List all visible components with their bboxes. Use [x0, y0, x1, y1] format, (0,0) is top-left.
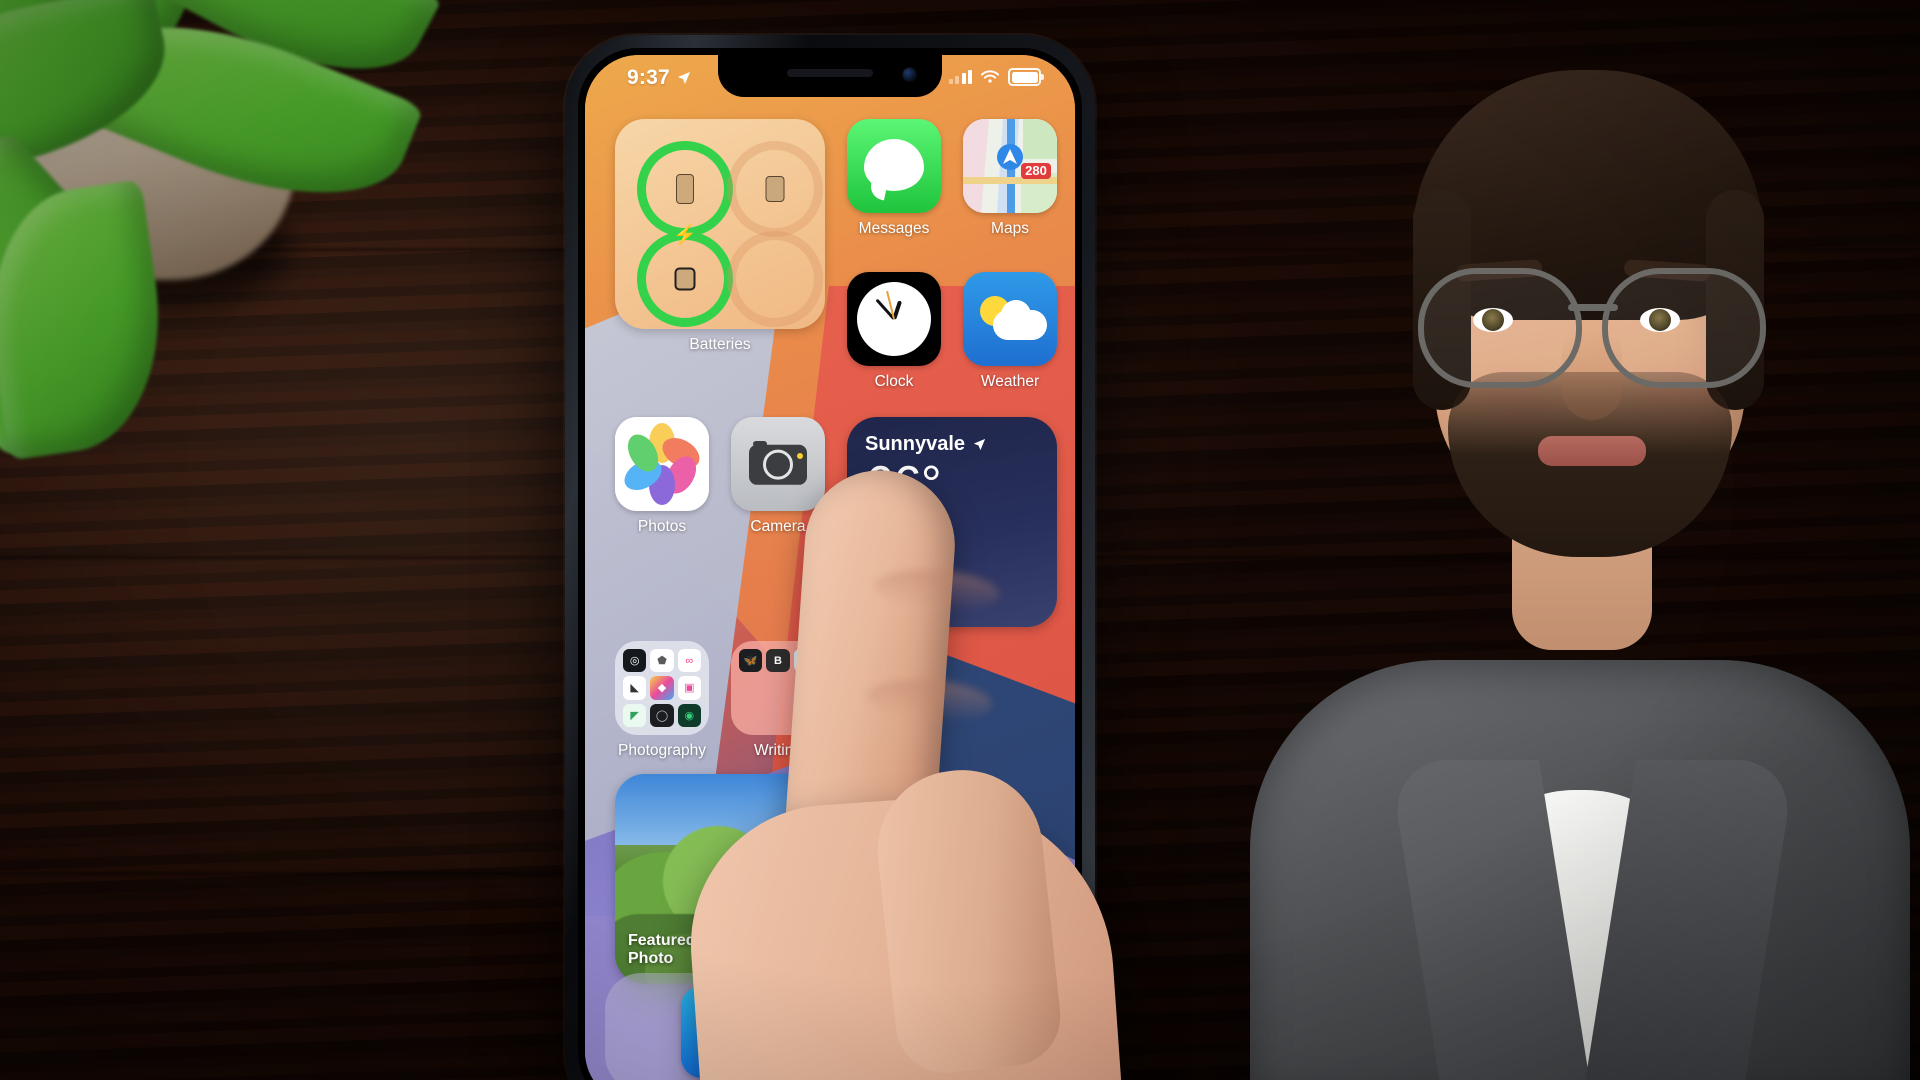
- wifi-icon: [980, 69, 1000, 83]
- weather-icon: [963, 272, 1057, 366]
- presenter-iris: [1482, 309, 1504, 331]
- cloud-glyph: [1001, 300, 1031, 330]
- mini-app-icon: ◉: [677, 703, 701, 727]
- app-label-weather: Weather: [980, 373, 1040, 390]
- clock-icon: [847, 272, 941, 366]
- eyeglasses: [1418, 268, 1766, 388]
- battery-ring-watch: ⚡: [637, 226, 733, 327]
- weather-widget-city: Sunnyvale: [865, 433, 966, 455]
- mini-app-icon: ◤: [623, 703, 647, 727]
- mini-app-icon: ◣: [623, 676, 647, 700]
- mini-app-icon: ⬟: [650, 649, 674, 673]
- mini-app-icon: ∞: [677, 649, 701, 673]
- battery-ring-empty: [727, 231, 823, 327]
- photos-widget-caption-line1: Featured: [628, 932, 696, 950]
- potted-plant: [0, 0, 450, 462]
- mini-app-icon: ◆: [650, 676, 674, 700]
- messages-icon: [847, 119, 941, 213]
- front-camera: [903, 68, 916, 81]
- folder-label-photography: Photography: [618, 742, 706, 759]
- widget-label-batteries: Batteries: [689, 336, 751, 353]
- presenter-eye-right: [1640, 308, 1680, 332]
- iphone-glyph: [676, 174, 694, 204]
- photos-widget-caption: Featured Photo: [628, 932, 696, 968]
- status-bar-indicators: [948, 68, 1044, 86]
- speech-bubble-glyph: [864, 138, 924, 191]
- app-label-photos: Photos: [637, 518, 687, 535]
- location-arrow-icon: [973, 438, 986, 451]
- charging-bolt-icon: ⚡: [673, 225, 697, 246]
- app-maps[interactable]: 280 Maps: [963, 119, 1057, 238]
- app-clock[interactable]: Clock: [847, 272, 941, 391]
- airpods-case-glyph: [765, 176, 785, 202]
- app-label-clock: Clock: [874, 373, 914, 390]
- presenter-iris: [1649, 309, 1671, 331]
- battery-ring-iphone: [637, 141, 733, 237]
- battery-full-icon: [1008, 68, 1044, 86]
- photos-icon: [615, 417, 709, 511]
- presenter-mouth: [1538, 436, 1646, 466]
- home-row-2: Clock Weather: [847, 272, 1057, 391]
- cellular-bars-icon: [948, 70, 972, 84]
- app-label-messages: Messages: [858, 220, 930, 237]
- screenshot-stage: 9:37 ⚡ Batteries Messages 280 Maps Clock…: [0, 0, 1920, 1080]
- mini-app-icon: ◯: [650, 703, 674, 727]
- batteries-widget-body: ⚡: [615, 119, 825, 329]
- app-weather[interactable]: Weather: [963, 272, 1057, 391]
- app-messages[interactable]: Messages: [847, 119, 941, 238]
- pointing-hand: [681, 465, 1195, 1080]
- finger-crease: [864, 675, 994, 725]
- finger-crease: [872, 566, 1002, 615]
- maps-icon: 280: [963, 119, 1057, 213]
- folded-finger: [869, 762, 1066, 1078]
- presenter: [1220, 0, 1920, 1080]
- app-photos[interactable]: Photos: [615, 417, 709, 536]
- status-bar-time-group: 9:37: [627, 66, 692, 90]
- earpiece-speaker: [787, 69, 873, 77]
- camera-top-glyph: [753, 441, 767, 447]
- folder-photography[interactable]: ◎ ⬟ ∞ ◣ ◆ ▣ ◤ ◯ ◉ Photography: [615, 641, 709, 760]
- svg-text:280: 280: [1025, 163, 1047, 178]
- eyeglass-lens-right: [1602, 268, 1766, 388]
- app-label-maps: Maps: [991, 220, 1029, 237]
- status-bar-time: 9:37: [627, 66, 670, 89]
- apple-watch-glyph: [674, 267, 696, 291]
- widget-batteries[interactable]: ⚡ Batteries: [615, 119, 825, 354]
- eyeglass-bridge: [1568, 304, 1618, 311]
- camera-flash-glyph: [797, 453, 803, 459]
- folder-icon: ◎ ⬟ ∞ ◣ ◆ ▣ ◤ ◯ ◉: [615, 641, 709, 735]
- location-arrow-icon: [677, 72, 690, 84]
- photos-widget-caption-line2: Photo: [628, 950, 674, 968]
- battery-ring-airpods: [727, 141, 823, 237]
- mini-app-icon: ◎: [623, 649, 647, 673]
- display-notch: [718, 55, 942, 97]
- mini-app-icon: ▣: [677, 676, 701, 700]
- weather-widget-city-row: Sunnyvale: [865, 433, 1039, 456]
- presenter-eye-left: [1473, 308, 1513, 332]
